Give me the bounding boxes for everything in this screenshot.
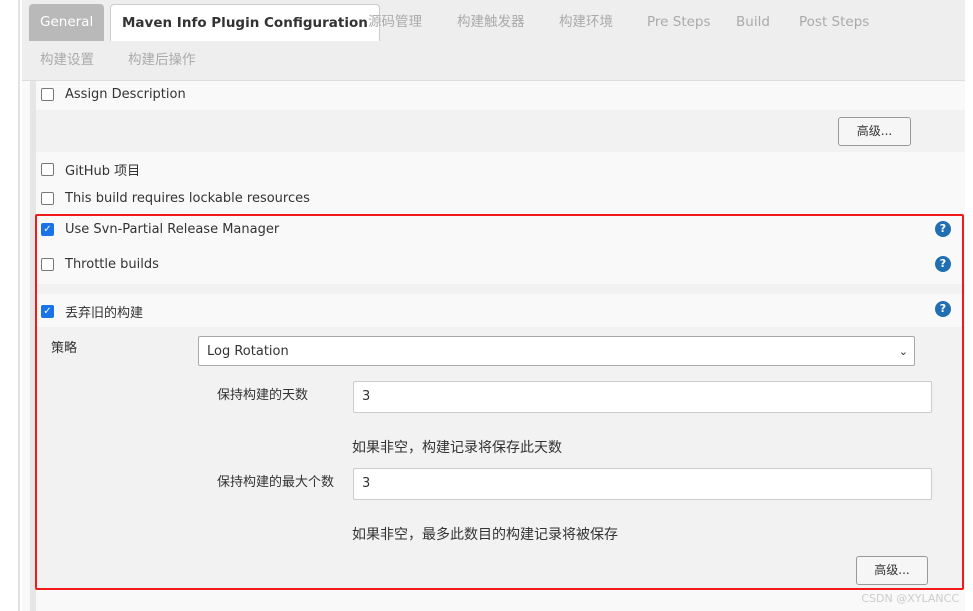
discard-settings-area [36,327,965,589]
tab-post-build[interactable]: 构建后操作 [117,42,207,78]
label: This build requires lockable resources [65,191,310,206]
checkbox-checked[interactable]: ✓ [41,305,54,318]
tab-general[interactable]: General [29,4,105,41]
strategy-label: 策略 [51,341,78,356]
tab-build-env[interactable]: 构建环境 [548,4,624,40]
strategy-select[interactable]: Log Rotation ⌄ [198,336,915,366]
days-hint: 如果非空，构建记录将保存此天数 [352,440,562,456]
label: GitHub 项目 [65,164,141,179]
tab-maven-info[interactable]: Maven Info Plugin Configuration [110,4,380,41]
tab-post-steps[interactable]: Post Steps [788,4,880,40]
max-hint: 如果非空，最多此数目的构建记录将被保存 [352,527,618,543]
advanced-band [36,110,965,152]
selected-value: Log Rotation [207,344,289,359]
watermark: CSDN @XYLANCC [861,592,959,605]
label: Throttle builds [65,257,159,272]
tab-scm[interactable]: 源码管理 [357,4,433,40]
option-discard-old-builds[interactable]: ✓ 丢弃旧的构建 [41,302,143,321]
label: Use Svn-Partial Release Manager [65,222,280,237]
option-github[interactable]: GitHub 项目 [41,160,140,179]
days-input[interactable]: 3 [353,381,932,413]
tab-bar: General Maven Info Plugin Configuration … [22,0,965,81]
checkbox[interactable] [41,192,54,205]
label: 丢弃旧的构建 [65,306,144,321]
chevron-down-icon: ⌄ [898,345,908,358]
checkbox-checked[interactable]: ✓ [41,223,54,236]
tab-build[interactable]: Build [725,4,781,40]
checkbox[interactable] [41,163,54,176]
option-svn-partial[interactable]: ✓ Use Svn-Partial Release Manager [41,222,279,237]
checkbox[interactable] [41,88,54,101]
help-icon[interactable]: ? [935,256,951,272]
option-throttle[interactable]: Throttle builds [41,257,159,272]
discard-advanced-button[interactable]: 高级... [856,556,928,585]
checkbox[interactable] [41,258,54,271]
label: Assign Description [65,87,186,102]
days-label: 保持构建的天数 [217,388,309,403]
help-icon[interactable]: ? [935,221,951,237]
tab-build-settings[interactable]: 构建设置 [29,42,105,78]
help-icon[interactable]: ? [935,301,951,317]
max-label: 保持构建的最大个数 [217,475,335,490]
separator [36,284,965,294]
left-border [18,0,20,611]
tab-triggers[interactable]: 构建触发器 [446,4,536,40]
advanced-button[interactable]: 高级... [838,117,911,146]
option-lockable[interactable]: This build requires lockable resources [41,191,310,206]
tab-pre-steps[interactable]: Pre Steps [636,4,722,40]
option-assign-description[interactable]: Assign Description [41,87,186,102]
max-input[interactable]: 3 [353,468,932,500]
